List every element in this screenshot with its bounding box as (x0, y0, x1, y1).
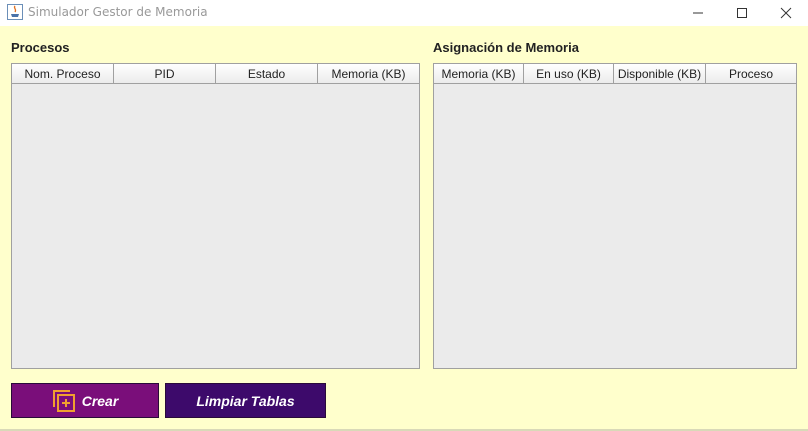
asignacion-table-body[interactable] (434, 84, 796, 368)
procesos-col-pid[interactable]: PID (114, 64, 216, 83)
procesos-col-memoria[interactable]: Memoria (KB) (318, 64, 419, 83)
close-button[interactable] (764, 0, 808, 26)
java-app-icon (7, 4, 23, 20)
asignacion-col-en-uso[interactable]: En uso (KB) (524, 64, 614, 83)
asignacion-col-proceso[interactable]: Proceso (706, 64, 796, 83)
maximize-button[interactable] (720, 0, 764, 26)
limpiar-tablas-button[interactable]: Limpiar Tablas (165, 383, 326, 418)
limpiar-tablas-label: Limpiar Tablas (196, 392, 295, 409)
add-copy-icon (52, 389, 75, 412)
procesos-table[interactable]: Nom. Proceso PID Estado Memoria (KB) (11, 63, 420, 369)
maximize-icon (737, 8, 747, 18)
procesos-table-body[interactable] (12, 84, 419, 368)
crear-button-label: Crear (81, 392, 119, 409)
asignacion-title: Asignación de Memoria (433, 40, 579, 55)
procesos-table-header: Nom. Proceso PID Estado Memoria (KB) (12, 64, 419, 84)
crear-button[interactable]: Crear (11, 383, 159, 418)
procesos-col-nombre[interactable]: Nom. Proceso (12, 64, 114, 83)
asignacion-col-memoria[interactable]: Memoria (KB) (434, 64, 524, 83)
window-title: Simulador Gestor de Memoria (28, 5, 208, 19)
close-icon (780, 7, 792, 19)
procesos-col-estado[interactable]: Estado (216, 64, 318, 83)
minimize-icon (693, 12, 703, 14)
procesos-title: Procesos (11, 40, 70, 55)
asignacion-table-header: Memoria (KB) En uso (KB) Disponible (KB)… (434, 64, 796, 84)
minimize-button[interactable] (676, 0, 720, 26)
title-bar[interactable]: Simulador Gestor de Memoria (0, 0, 808, 26)
asignacion-table[interactable]: Memoria (KB) En uso (KB) Disponible (KB)… (433, 63, 797, 369)
asignacion-col-disponible[interactable]: Disponible (KB) (614, 64, 706, 83)
